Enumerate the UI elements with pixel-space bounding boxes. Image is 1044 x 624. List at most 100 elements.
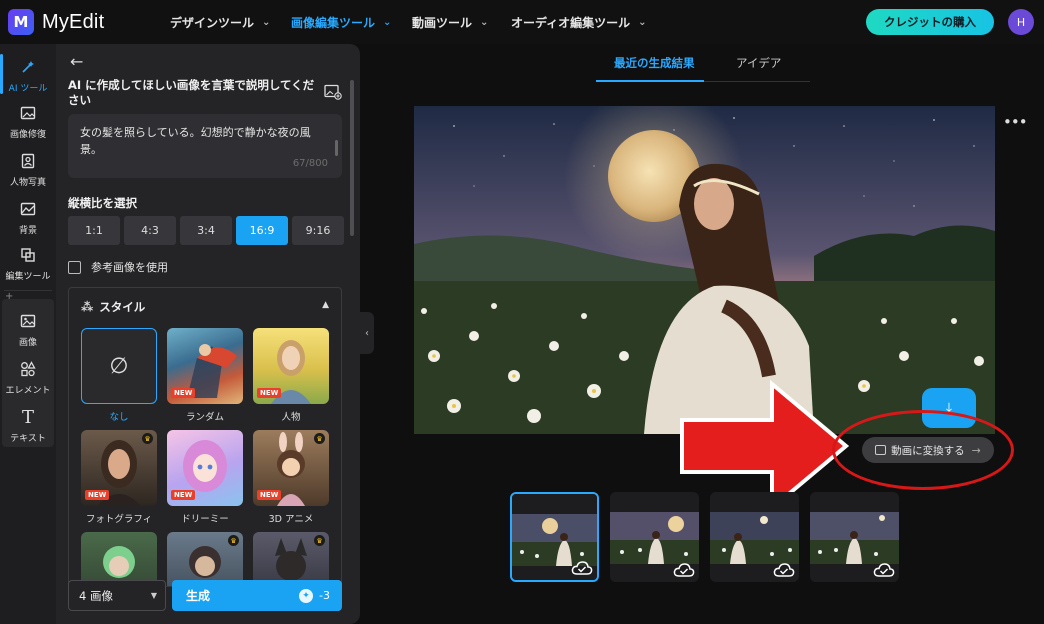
style-tile-dreamy[interactable]: NEW (167, 430, 243, 506)
nav-image-edit-tools[interactable]: 画像編集ツール ⌄ (291, 0, 391, 44)
top-bar: M MyEdit デザインツール ⌄ 画像編集ツール ⌄ 動画ツール ⌄ オーディオ編… (0, 0, 1044, 44)
prompt-text: 女の髪を照らしている。幻想的で静かな夜の風景。 (80, 126, 311, 156)
cloud-save-icon[interactable] (773, 562, 795, 578)
annotation-arrow (680, 380, 850, 510)
result-thumbnail[interactable] (710, 492, 799, 582)
style-tile-photography[interactable]: ♛ NEW (81, 430, 157, 506)
prompt-textarea[interactable]: 女の髪を照らしている。幻想的で静かな夜の風景。 67/800 (68, 114, 342, 178)
prompt-title: AI に作成してほしい画像を言葉で説明してください (68, 78, 315, 107)
premium-crown-icon: ♛ (142, 433, 153, 444)
style-tile-none[interactable]: ∅ (81, 328, 157, 404)
nav-video-tools[interactable]: 動画ツール ⌄ (412, 0, 488, 44)
new-badge: NEW (85, 490, 110, 500)
style-tile-3d-anime[interactable]: ♛ NEW (253, 430, 329, 506)
style-label-random: ランダム (185, 412, 224, 423)
tab-ideas[interactable]: アイデア (736, 55, 781, 71)
style-label-none: なし (109, 412, 129, 423)
chevron-down-icon: ⌄ (262, 16, 271, 28)
text-icon: T (21, 406, 34, 428)
image-icon (17, 310, 39, 332)
style-header[interactable]: ⁂ スタイル (81, 299, 145, 315)
ratio-9-16-button[interactable]: 9:16 (292, 216, 344, 245)
ai-tool-panel: ← AI に作成してほしい画像を言葉で説明してください 女の髪を照らしている。幻… (56, 44, 360, 624)
chevron-down-icon: ⌄ (480, 16, 489, 28)
new-badge: NEW (257, 388, 282, 398)
new-badge: NEW (171, 388, 196, 398)
style-label-3d-anime: 3D アニメ (268, 514, 314, 525)
panel-scrollbar[interactable] (350, 80, 354, 236)
active-tab-indicator (596, 80, 704, 82)
left-toolbar: AI ツール 画像修復 人物写真 背景 編集ツール + 画像 エレメント T テ… (0, 44, 56, 624)
new-badge: NEW (257, 490, 282, 500)
more-options-icon[interactable]: ••• (1003, 113, 1028, 131)
reference-image-option[interactable]: 参考画像を使用 (68, 259, 168, 275)
ratio-3-4-button[interactable]: 3:4 (180, 216, 232, 245)
add-image-icon[interactable] (324, 84, 342, 100)
ratio-1-1-button[interactable]: 1:1 (68, 216, 120, 245)
premium-crown-icon: ♛ (228, 535, 239, 546)
style-tile-partial[interactable] (81, 532, 157, 586)
sidebar-item-elements[interactable]: エレメント (0, 358, 56, 396)
style-tile-partial[interactable]: ♛ (253, 532, 329, 586)
ratio-16-9-button[interactable]: 16:9 (236, 216, 288, 245)
style-tile-random[interactable]: NEW (167, 328, 243, 404)
tab-recent-results[interactable]: 最近の生成結果 (614, 55, 695, 71)
results-tabs: 最近の生成結果 アイデア (596, 44, 810, 82)
magic-wand-icon (17, 56, 39, 78)
app-name: MyEdit (42, 10, 105, 33)
logo-mark-icon: M (8, 9, 34, 35)
sidebar-item-background[interactable]: 背景 (0, 198, 56, 236)
chevron-down-icon: ⌄ (383, 16, 392, 28)
style-section: ⁂ スタイル ▲ ∅ なし NEW ランダム NEW 人物 ♛ NEW フォトグ… (68, 287, 342, 587)
reference-image-label: 参考画像を使用 (91, 261, 168, 274)
portrait-icon (17, 150, 39, 172)
result-thumbnail[interactable] (510, 492, 599, 582)
video-icon (875, 445, 887, 455)
collapse-caret-icon[interactable]: ▲ (322, 300, 329, 310)
none-icon: ∅ (109, 353, 129, 379)
avatar[interactable]: H (1008, 9, 1034, 35)
edit-tools-icon (17, 244, 39, 266)
background-icon (17, 198, 39, 220)
sidebar-item-ai-tools[interactable]: AI ツール (0, 54, 56, 94)
sidebar-item-image-repair[interactable]: 画像修復 (0, 102, 56, 140)
cloud-save-icon[interactable] (673, 562, 695, 578)
result-thumbnail[interactable] (610, 492, 699, 582)
sidebar-item-edit-tools[interactable]: 編集ツール (0, 244, 56, 282)
sidebar-item-image[interactable]: 画像 (0, 310, 56, 348)
style-label: スタイル (99, 300, 146, 314)
aspect-ratio-group: 1:1 4:3 3:4 16:9 9:16 (68, 216, 344, 245)
caret-down-icon: ▼ (150, 591, 157, 600)
cloud-save-icon[interactable] (571, 560, 593, 576)
reference-image-checkbox[interactable] (68, 260, 81, 274)
style-label-photography: フォトグラフィ (85, 514, 153, 525)
collapse-panel-button[interactable]: ‹ (360, 312, 374, 354)
buy-credits-button[interactable]: クレジットの購入 (866, 9, 994, 35)
credit-icon: ✦ (299, 588, 314, 603)
arrow-right-icon: → (971, 443, 981, 457)
elements-icon (17, 358, 39, 380)
nav-design-tools[interactable]: デザインツール ⌄ (170, 0, 270, 44)
nav-audio-tools[interactable]: オーディオ編集ツール ⌄ (511, 0, 647, 44)
ratio-4-3-button[interactable]: 4:3 (124, 216, 176, 245)
sidebar-item-portrait[interactable]: 人物写真 (0, 150, 56, 188)
convert-to-video-button[interactable]: 動画に変換する → (862, 437, 994, 463)
generate-cost: ✦ -3 (299, 588, 330, 603)
app-logo[interactable]: M MyEdit (8, 9, 104, 35)
chevron-left-icon: ‹ (365, 327, 369, 339)
style-tile-partial[interactable]: ♛ (167, 532, 243, 586)
cloud-save-icon[interactable] (873, 562, 895, 578)
style-label-person: 人物 (281, 412, 301, 423)
premium-crown-icon: ♛ (314, 535, 325, 546)
sparkle-wand-icon: ⁂ (81, 300, 94, 314)
premium-crown-icon: ♛ (314, 433, 325, 444)
back-arrow-icon[interactable]: ← (70, 52, 83, 71)
style-tile-person[interactable]: NEW (253, 328, 329, 404)
aspect-ratio-label: 縦横比を選択 (68, 196, 137, 210)
sidebar-item-text[interactable]: T テキスト (0, 406, 56, 445)
style-label-dreamy: ドリーミー (181, 514, 229, 525)
image-count-select[interactable]: 4 画像 ▼ (68, 580, 166, 611)
result-thumbnail[interactable] (810, 492, 899, 582)
textarea-scrollbar[interactable] (335, 140, 338, 156)
generate-button[interactable]: 生成 ✦ -3 (172, 580, 342, 611)
